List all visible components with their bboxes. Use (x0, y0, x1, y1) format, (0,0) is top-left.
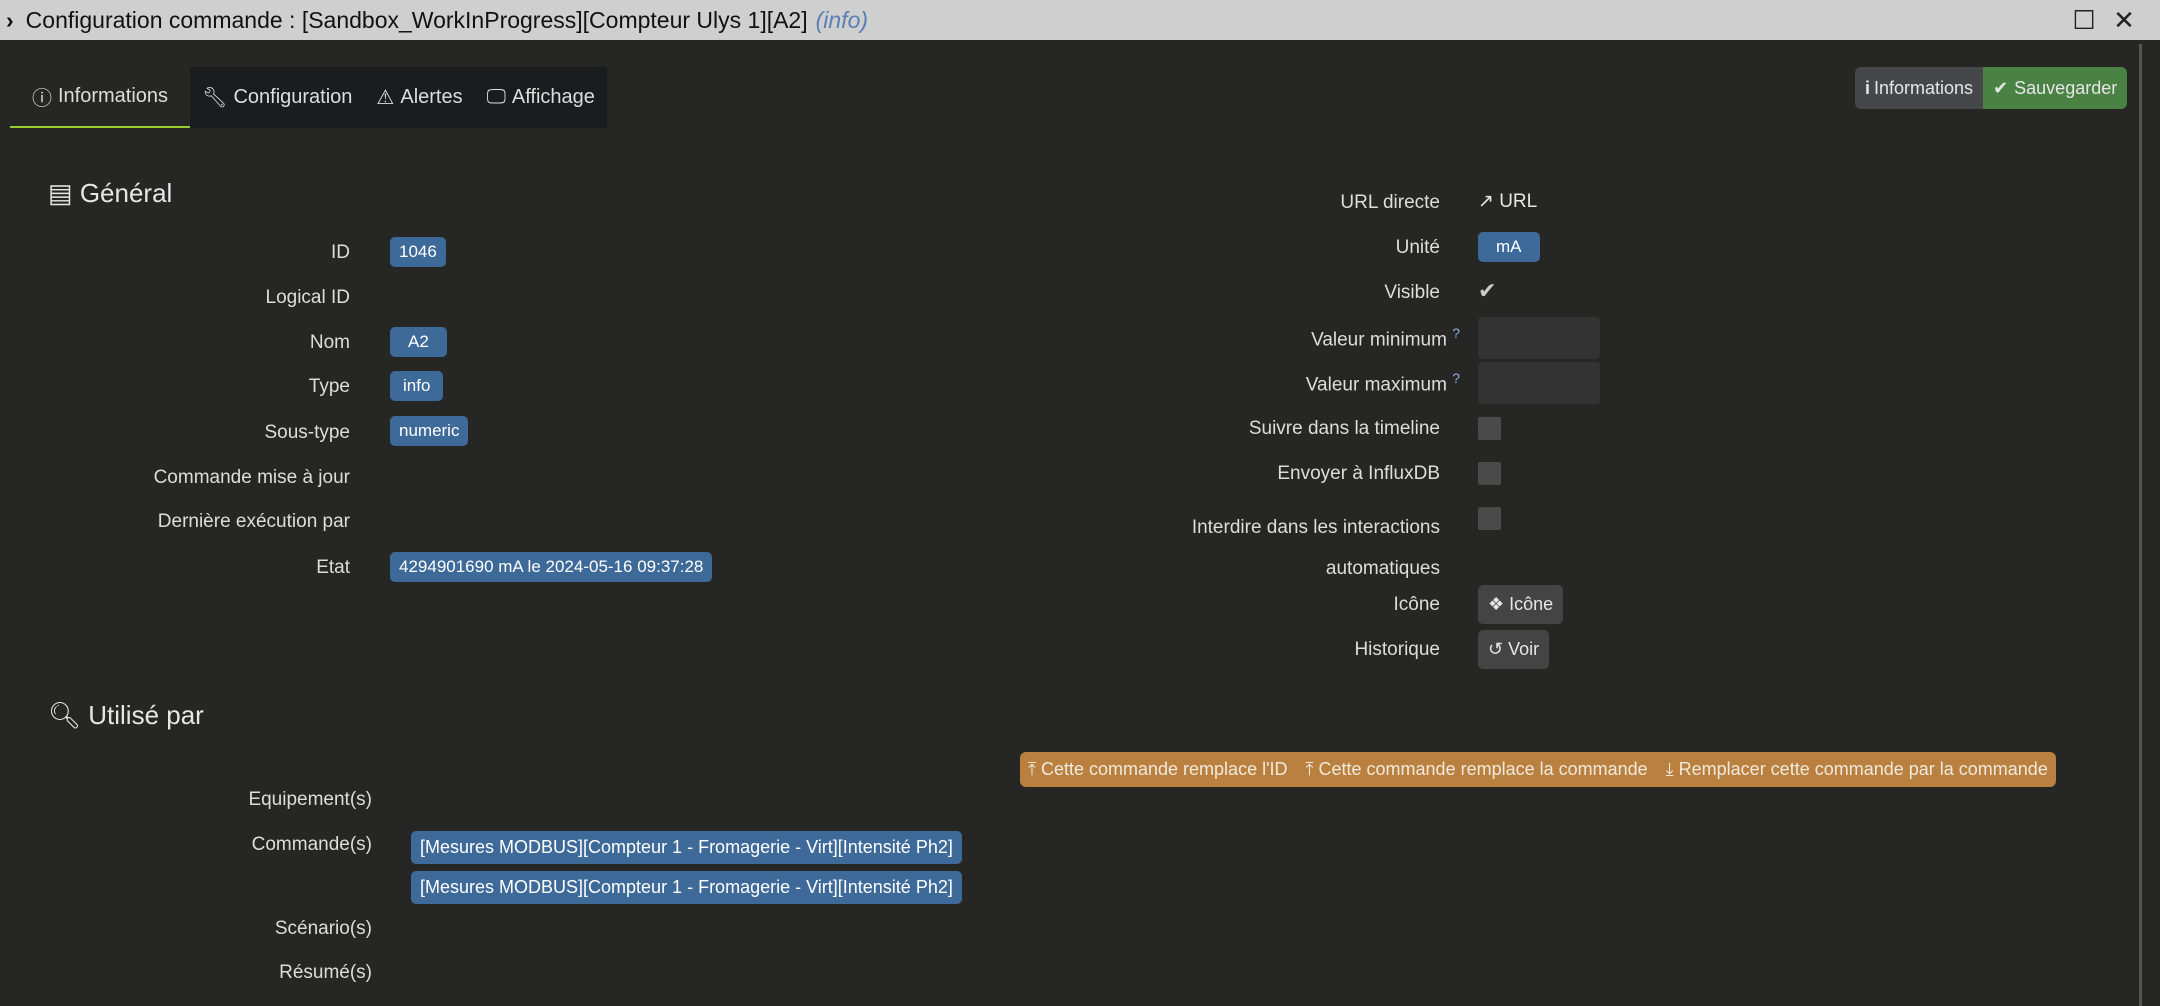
tab-label: Alertes (400, 86, 463, 108)
search-icon: 🔍︎ (48, 700, 82, 730)
label-timeline: Suivre dans la timeline (1248, 418, 1440, 439)
chevron-right-icon[interactable]: › (6, 7, 14, 34)
type-badge: info (390, 371, 444, 401)
tab-label: Informations (58, 85, 169, 107)
help-icon[interactable]: ? (1452, 370, 1460, 386)
tab-alertes[interactable]: ⚠︎ Alertes (364, 67, 475, 128)
label-id: ID (331, 242, 350, 263)
history-view-button[interactable]: ↺ Voir (1478, 630, 1550, 669)
button-label: Icône (1509, 594, 1554, 614)
command-link[interactable]: [Mesures MODBUS][Compteur 1 - Fromagerie… (411, 831, 962, 864)
upload-icon: ⤒ (1028, 759, 1036, 779)
label-update-command: Commande mise à jour (153, 467, 350, 488)
subtype-badge: numeric (390, 416, 469, 446)
visible-checkbox[interactable]: ✔ (1478, 278, 1496, 304)
label-line: Interdire dans les interactions (1191, 517, 1440, 538)
warning-icon: ⚠︎ (376, 87, 395, 109)
label-history: Historique (1354, 639, 1440, 660)
window-titlebar: › Configuration commande : [Sandbox_Work… (0, 0, 2160, 40)
label-forbid-interactions: Interdire dans les interactions automatiq… (1192, 507, 1440, 589)
label-scenarios: Scénario(s) (274, 918, 372, 939)
heading-text: Général (79, 178, 173, 208)
label-text: Valeur minimum (1311, 329, 1447, 351)
replace-by-command-button[interactable]: ⤓ Remplacer cette commande par la comman… (1666, 759, 2048, 780)
button-label: Sauvegarder (2014, 77, 2118, 98)
label-min-value: Valeur minimum ? (1311, 325, 1460, 351)
header-actions: i Informations ✔ Sauvegarder (1855, 67, 2128, 109)
replaces-command-button[interactable]: ⤒ Cette commande remplace la commande (1306, 759, 1648, 780)
label-icon: Icône (1393, 594, 1440, 615)
url-link[interactable]: ↗ URL (1478, 190, 1537, 213)
command-type-tag: (info) (815, 6, 869, 33)
info-icon: i (1865, 77, 1871, 98)
save-button[interactable]: ✔ Sauvegarder (1983, 67, 2128, 109)
state-badge: 4294901690 mA le 2024-05-16 09:37:28 (390, 552, 713, 582)
scrollbar[interactable] (2139, 44, 2142, 1006)
unit-badge: mA (1478, 232, 1540, 262)
wrench-icon: 🔧︎ (202, 87, 228, 109)
label-equipments: Equipement(s) (248, 789, 372, 810)
button-label: Cette commande remplace l'ID (1040, 759, 1288, 779)
tab-label: Configuration (233, 86, 353, 108)
label-influxdb: Envoyer à InfluxDB (1277, 463, 1440, 484)
label-type: Type (308, 376, 350, 397)
tab-informations[interactable]: ⓘ Informations (10, 67, 191, 128)
influxdb-checkbox[interactable] (1478, 462, 1501, 485)
name-badge: A2 (390, 327, 447, 357)
forbid-interactions-checkbox[interactable] (1478, 507, 1501, 530)
download-icon: ⤓ (1665, 759, 1674, 779)
help-icon[interactable]: ? (1452, 325, 1460, 341)
label-summaries: Résumé(s) (279, 962, 372, 983)
upload-icon: ⤒ (1305, 759, 1314, 779)
replaces-id-button[interactable]: ⤒ Cette commande remplace l'ID (1028, 759, 1288, 780)
label-subtype: Sous-type (264, 422, 350, 443)
tab-affichage[interactable]: 🖵 Affichage (474, 67, 607, 128)
button-label: Cette commande remplace la commande (1318, 759, 1648, 779)
info-circle-icon: ⓘ (32, 88, 52, 110)
label-unit: Unité (1395, 237, 1440, 258)
label-max-value: Valeur maximum ? (1306, 370, 1460, 396)
tab-label: Affichage (511, 86, 595, 108)
replace-actions-bar: ⤒ Cette commande remplace l'ID ⤒ Cette c… (1020, 752, 2056, 787)
label-commands: Commande(s) (251, 834, 372, 855)
label-logical-id: Logical ID (265, 287, 351, 308)
timeline-checkbox[interactable] (1478, 417, 1501, 440)
id-badge: 1046 (390, 237, 446, 267)
command-link[interactable]: [Mesures MODBUS][Compteur 1 - Fromagerie… (411, 871, 962, 904)
max-value-input[interactable] (1478, 362, 1600, 404)
external-link-icon: ↗ (1478, 191, 1494, 212)
tab-bar: ⓘ Informations 🔧︎ Configuration ⚠︎ Alertes … (10, 67, 607, 128)
check-circle-icon: ✔ (1993, 77, 2009, 98)
label-line: automatiques (1325, 558, 1440, 579)
icons-icon: ❖ (1488, 594, 1505, 614)
label-visible: Visible (1384, 282, 1440, 303)
heading-text: Utilisé par (88, 700, 204, 730)
close-icon[interactable]: ✕ (2108, 4, 2140, 36)
button-label: Voir (1508, 639, 1540, 659)
label-state: Etat (316, 557, 350, 578)
maximize-icon[interactable]: ☐ (2068, 4, 2100, 36)
informations-button[interactable]: i Informations (1855, 67, 1984, 109)
label-name: Nom (309, 332, 350, 353)
icon-button[interactable]: ❖ Icône (1478, 585, 1564, 624)
button-label: Informations (1874, 77, 1974, 98)
label-direct-url: URL directe (1340, 192, 1440, 213)
general-heading: ▤ Général (48, 178, 172, 209)
min-value-input[interactable] (1478, 317, 1600, 359)
window-title: Configuration commande : [Sandbox_WorkIn… (25, 6, 808, 33)
label-last-execution: Dernière exécution par (157, 511, 350, 532)
label-text: Valeur maximum (1305, 374, 1447, 396)
history-icon: ↺ (1488, 639, 1504, 659)
link-text: URL (1499, 191, 1538, 212)
button-label: Remplacer cette commande par la commande (1678, 759, 2048, 779)
used-by-heading: 🔍︎ Utilisé par (48, 700, 204, 731)
list-icon: ▤ (48, 178, 73, 208)
monitor-icon: 🖵 (486, 86, 506, 108)
tab-configuration[interactable]: 🔧︎ Configuration (190, 67, 365, 128)
